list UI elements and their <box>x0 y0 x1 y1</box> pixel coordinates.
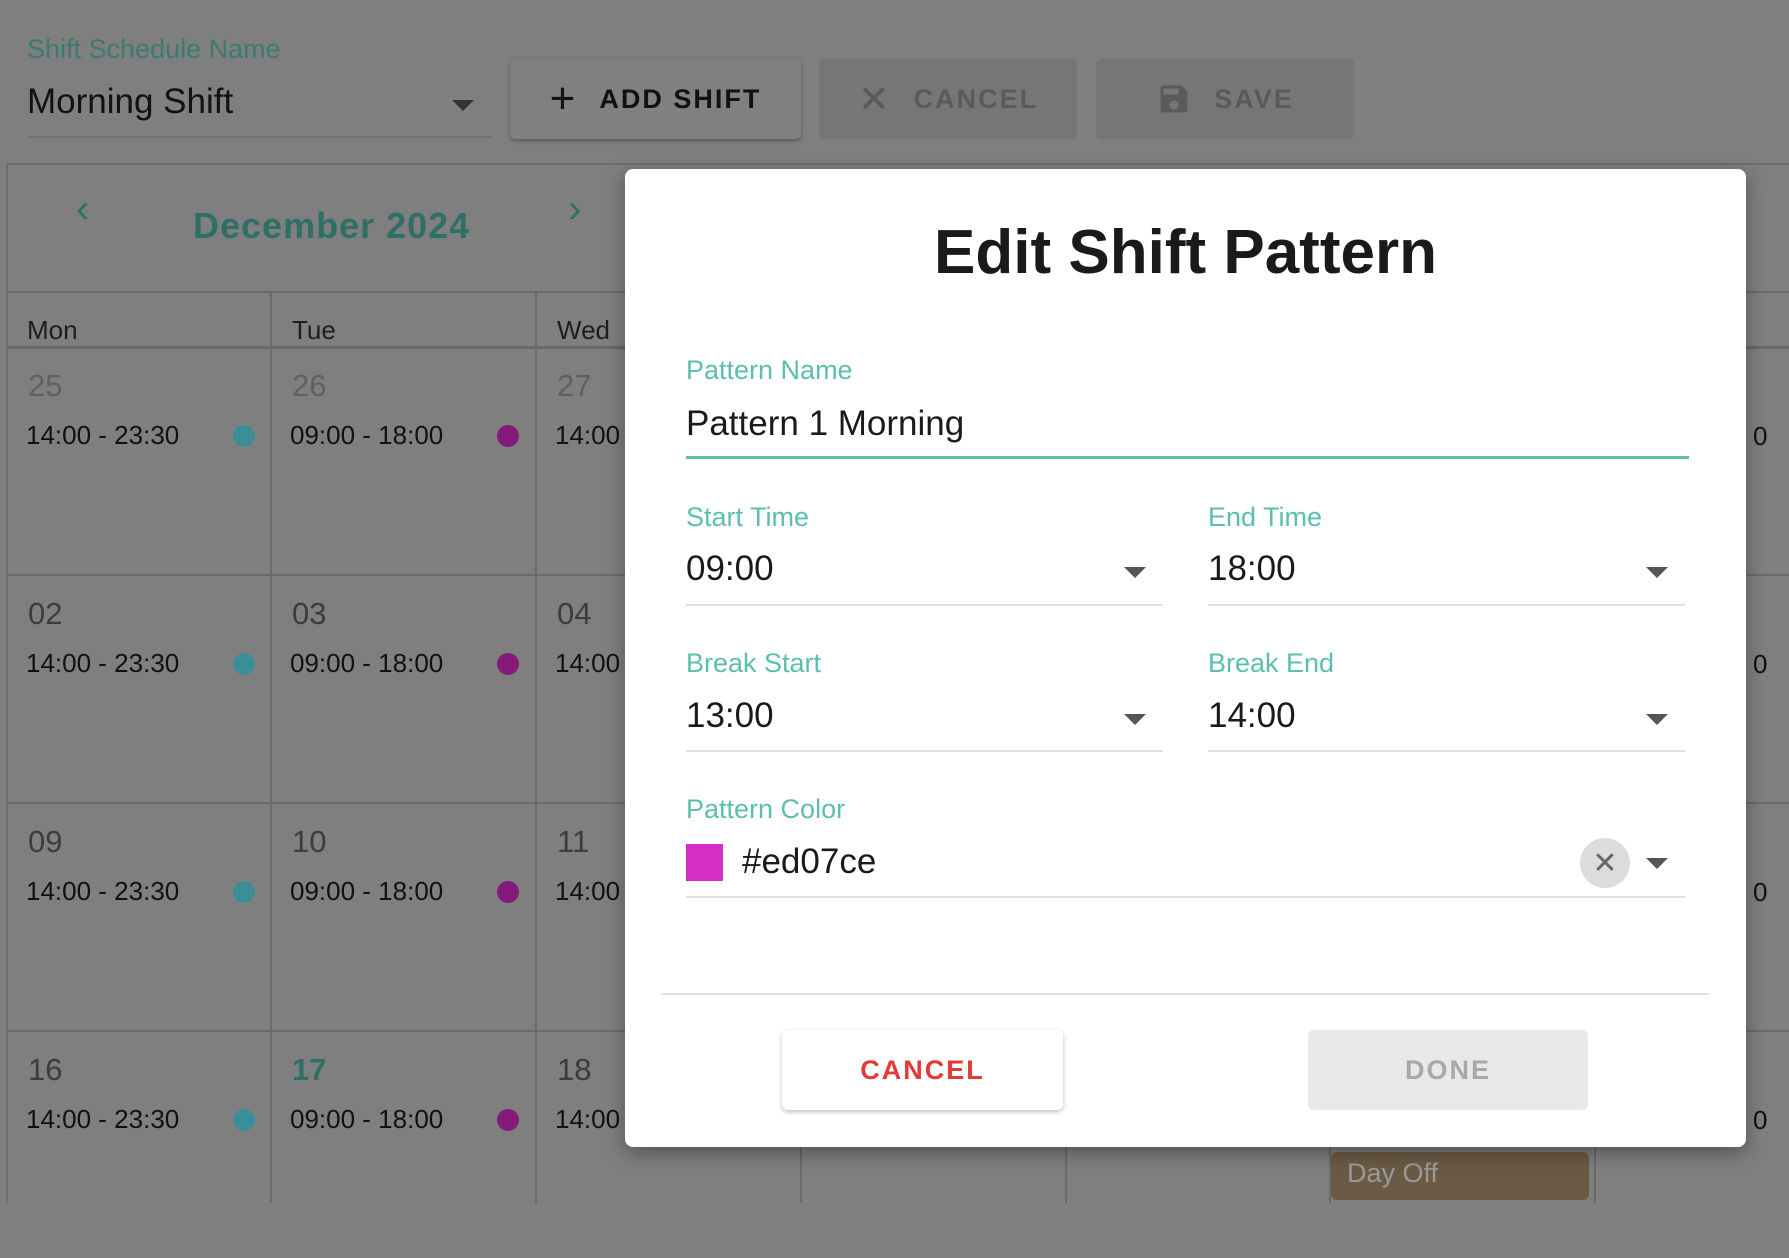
shift-color-dot <box>497 653 519 675</box>
schedule-name-label: Shift Schedule Name <box>27 34 281 64</box>
end-time-label: End Time <box>1208 502 1323 532</box>
cell-time-fragment: 0 <box>1753 649 1768 679</box>
add-shift-label: ADD SHIFT <box>599 83 762 114</box>
shift-time: 09:00 - 18:00 <box>290 876 444 906</box>
calendar-day-cell[interactable]: 02 14:00 - 23:30 <box>8 576 271 802</box>
shift-time: 09:00 - 18:00 <box>290 420 444 450</box>
cancel-label: CANCEL <box>913 83 1039 114</box>
start-time-select[interactable]: 09:00 <box>686 549 774 589</box>
dialog-cancel-button[interactable]: CANCEL <box>782 1030 1063 1110</box>
day-header-mon: Mon <box>27 315 78 345</box>
shift-color-dot <box>497 881 519 903</box>
pattern-color-select[interactable]: #ed07ce <box>742 842 876 882</box>
clear-icon[interactable]: ✕ <box>1580 838 1630 888</box>
break-end-label: Break End <box>1208 648 1335 678</box>
calendar-day-cell[interactable]: 26 09:00 - 18:00 <box>272 348 535 574</box>
shift-time: 14:00 <box>555 420 621 450</box>
day-number: 10 <box>292 824 327 859</box>
calendar-day-cell[interactable]: 25 14:00 - 23:30 <box>8 348 271 574</box>
shift-color-dot <box>233 1109 255 1131</box>
chevron-down-icon[interactable] <box>1124 567 1146 578</box>
dialog-title: Edit Shift Pattern <box>934 218 1437 287</box>
calendar-day-cell[interactable]: 10 09:00 - 18:00 <box>272 804 535 1030</box>
chevron-down-icon[interactable] <box>1646 858 1668 869</box>
day-number: 27 <box>557 368 592 403</box>
day-number: 26 <box>292 368 327 403</box>
chevron-down-icon <box>452 100 474 111</box>
break-start-select[interactable]: 13:00 <box>686 696 774 736</box>
add-shift-button[interactable]: + ADD SHIFT <box>510 59 801 139</box>
shift-time: 14:00 <box>555 876 621 906</box>
day-number: 18 <box>557 1052 592 1087</box>
done-button[interactable]: DONE <box>1308 1030 1588 1110</box>
pattern-name-label: Pattern Name <box>686 355 853 385</box>
save-button[interactable]: SAVE <box>1096 59 1354 139</box>
cancel-button[interactable]: ✕ CANCEL <box>819 59 1077 139</box>
shift-color-dot <box>233 425 255 447</box>
shift-color-dot <box>233 881 255 903</box>
break-start-label: Break Start <box>686 648 822 678</box>
cell-time-fragment: 0 <box>1753 1105 1768 1135</box>
day-number: 03 <box>292 596 327 631</box>
day-number: 04 <box>557 596 592 631</box>
color-swatch <box>686 844 723 881</box>
prev-month-icon[interactable]: ‹ <box>76 187 89 232</box>
day-number: 09 <box>28 824 63 859</box>
day-header-wed: Wed <box>557 315 610 345</box>
shift-time: 09:00 - 18:00 <box>290 1104 444 1134</box>
calendar-day-cell[interactable]: 03 09:00 - 18:00 <box>272 576 535 802</box>
save-icon <box>1160 85 1188 113</box>
shift-time: 14:00 - 23:30 <box>26 1104 180 1134</box>
day-number: 17 <box>292 1052 327 1087</box>
day-number: 02 <box>28 596 63 631</box>
chevron-down-icon[interactable] <box>1646 714 1668 725</box>
day-number: 11 <box>557 824 590 859</box>
schedule-name-select[interactable]: Morning Shift <box>27 82 491 138</box>
day-number: 16 <box>28 1052 63 1087</box>
chevron-down-icon[interactable] <box>1646 567 1668 578</box>
shift-color-dot <box>233 653 255 675</box>
start-time-label: Start Time <box>686 502 810 532</box>
break-end-select[interactable]: 14:00 <box>1208 696 1296 736</box>
schedule-name-value: Morning Shift <box>27 82 234 121</box>
month-title: December 2024 <box>193 205 471 246</box>
close-icon: ✕ <box>857 78 892 121</box>
day-off-label: Day Off <box>1347 1158 1439 1188</box>
save-label: SAVE <box>1214 83 1294 114</box>
calendar-day-cell[interactable]: 16 14:00 - 23:30 <box>8 1032 271 1258</box>
pattern-name-input[interactable]: Pattern 1 Morning <box>686 404 964 444</box>
dialog-cancel-label: CANCEL <box>860 1054 985 1085</box>
shift-time: 14:00 - 23:30 <box>26 420 180 450</box>
cell-time-fragment: 0 <box>1753 421 1768 451</box>
shift-time: 09:00 - 18:00 <box>290 648 444 678</box>
chevron-down-icon[interactable] <box>1124 714 1146 725</box>
next-month-icon[interactable]: › <box>568 187 581 232</box>
edit-shift-pattern-dialog: Edit Shift Pattern Pattern Name Pattern … <box>625 169 1746 1147</box>
pattern-color-label: Pattern Color <box>686 794 846 824</box>
cell-time-fragment: 0 <box>1753 877 1768 907</box>
day-number: 25 <box>28 368 63 403</box>
day-off-chip[interactable]: Day Off <box>1331 1152 1589 1200</box>
shift-time: 14:00 - 23:30 <box>26 876 180 906</box>
done-label: DONE <box>1404 1054 1491 1085</box>
calendar-day-cell[interactable]: 09 14:00 - 23:30 <box>8 804 271 1030</box>
shift-time: 14:00 <box>555 648 621 678</box>
shift-color-dot <box>497 425 519 447</box>
shift-time: 14:00 - 23:30 <box>26 648 180 678</box>
day-header-tue: Tue <box>292 315 336 345</box>
plus-icon: + <box>549 74 578 123</box>
end-time-select[interactable]: 18:00 <box>1208 549 1296 589</box>
shift-color-dot <box>497 1109 519 1131</box>
calendar-day-cell[interactable]: 17 09:00 - 18:00 <box>272 1032 535 1258</box>
shift-time: 14:00 <box>555 1104 621 1134</box>
